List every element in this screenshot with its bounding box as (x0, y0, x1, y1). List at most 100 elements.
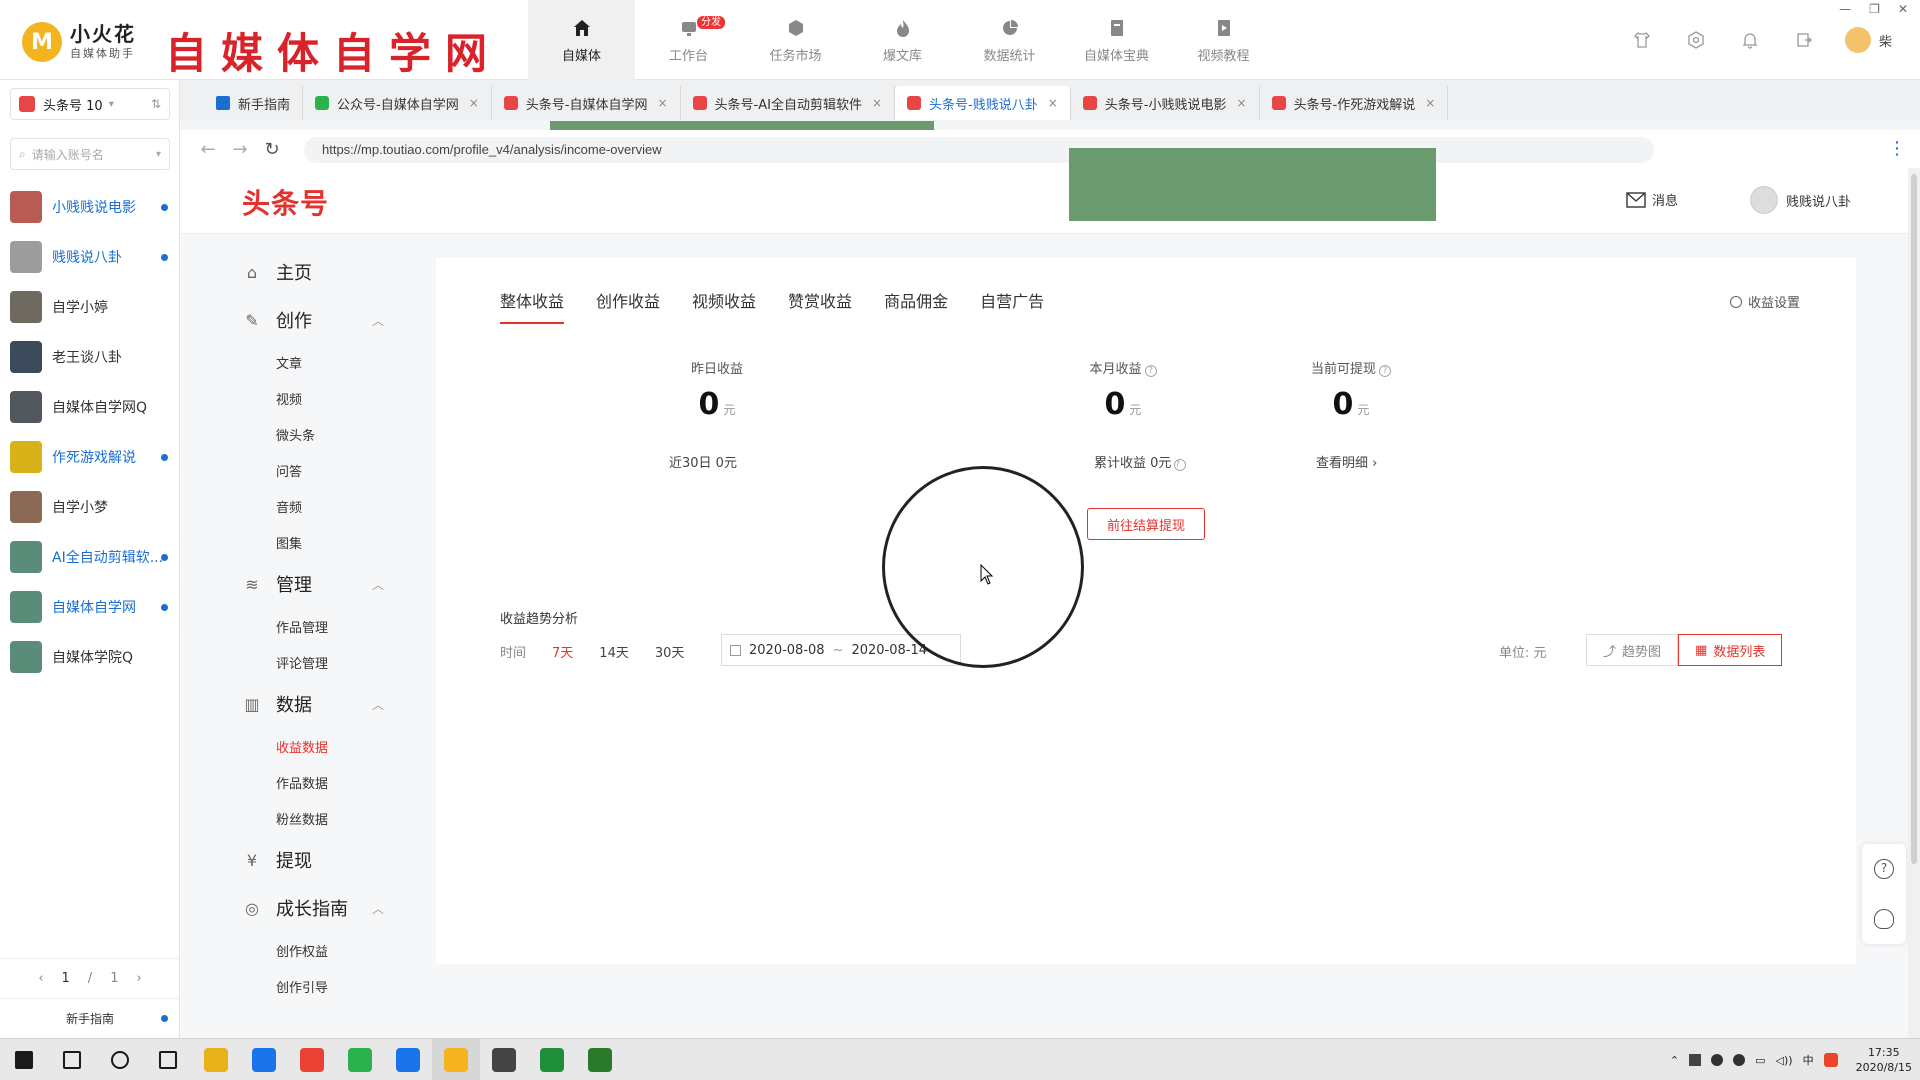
view-detail-link[interactable]: 查看明细 › (1316, 452, 1377, 471)
file-explorer-icon[interactable] (192, 1039, 240, 1080)
account-item[interactable]: AI全自动剪辑软... (0, 532, 180, 582)
url-field[interactable] (304, 137, 1654, 163)
browser-tab[interactable]: 头条号-作死游戏解说 × (1260, 86, 1449, 120)
chrome-icon[interactable] (288, 1039, 336, 1080)
browser-tab[interactable]: 公众号-自媒体自学网 × (303, 86, 492, 120)
nav-group-5[interactable]: ◎ 成长指南 ︿ (220, 884, 400, 932)
close-window-icon[interactable]: ✕ (1898, 2, 1908, 16)
nav-item[interactable]: 问答 (220, 452, 400, 488)
user-avatar[interactable] (1844, 27, 1871, 53)
logout-icon[interactable] (1777, 24, 1831, 56)
range-14d[interactable]: 14天 (599, 642, 629, 661)
scroll-thumb[interactable] (1911, 174, 1917, 864)
green-app-icon[interactable] (336, 1039, 384, 1080)
top-nav-book[interactable]: 自媒体宝典 (1063, 0, 1170, 80)
top-nav-fire[interactable]: 爆文库 (849, 0, 956, 80)
nav-item[interactable]: 视频 (220, 380, 400, 416)
tab-close-icon[interactable]: × (657, 96, 667, 110)
page-scrollbar[interactable] (1908, 168, 1920, 1038)
network-icon[interactable]: ▭ (1755, 1054, 1765, 1067)
nav-item[interactable]: 创作引导 (220, 968, 400, 1004)
help-icon[interactable]: ? (1144, 365, 1157, 377)
nav-item[interactable]: 图集 (220, 524, 400, 560)
terminal-app-icon[interactable] (576, 1039, 624, 1080)
nav-group-0[interactable]: ⌂ 主页 (220, 248, 400, 296)
messages-link[interactable]: 消息 (1626, 190, 1678, 209)
headset-icon[interactable] (1874, 909, 1894, 929)
browser-tab[interactable]: 头条号-AI全自动剪辑软件 × (681, 86, 896, 120)
nav-item[interactable]: 音频 (220, 488, 400, 524)
shirt-icon[interactable] (1615, 24, 1669, 56)
browser-tab[interactable]: 头条号-小贱贱说电影 × (1071, 86, 1260, 120)
range-30d[interactable]: 30天 (655, 642, 685, 661)
windows-start-icon[interactable] (0, 1039, 48, 1080)
sogou-icon[interactable] (1823, 1053, 1838, 1067)
sort-icon[interactable]: ⇅ (151, 97, 161, 111)
top-nav-pie-chart[interactable]: 数据统计 (956, 0, 1063, 80)
account-item[interactable]: 小贱贱说电影 (0, 182, 180, 232)
tray-qq-icon[interactable] (1711, 1054, 1724, 1066)
nav-item[interactable]: 收益数据 (220, 728, 400, 764)
help-icon[interactable]: ? (1174, 459, 1187, 471)
nav-item[interactable]: 创作权益 (220, 932, 400, 968)
xiaohuohua-icon[interactable] (432, 1038, 480, 1080)
cortana-icon[interactable] (96, 1039, 144, 1080)
income-tab[interactable]: 自营广告 (980, 288, 1044, 324)
nav-group-3[interactable]: ▥ 数据 ︿ (220, 680, 400, 728)
tray-qq-icon[interactable] (1733, 1054, 1746, 1066)
nav-item[interactable]: 文章 (220, 344, 400, 380)
browser-tab[interactable]: 新手指南 (204, 86, 304, 120)
camtasia-icon[interactable] (528, 1039, 576, 1080)
tray-chevron-icon[interactable]: ⌃ (1670, 1054, 1679, 1067)
account-item[interactable]: 作死游戏解说 (0, 432, 180, 482)
pager-prev-button[interactable]: ‹ (38, 971, 43, 986)
forward-icon[interactable]: → (224, 139, 256, 160)
site-logo[interactable]: 头条号 (242, 182, 329, 222)
nav-item[interactable]: 粉丝数据 (220, 800, 400, 836)
income-tab[interactable]: 商品佣金 (884, 288, 948, 324)
account-search-input[interactable]: ⌕ 请输入账号名 ▾ (10, 138, 170, 170)
browser-tab[interactable]: 头条号-贱贱说八卦 × (895, 86, 1071, 120)
maps-pin-icon[interactable] (384, 1039, 432, 1080)
bell-icon[interactable] (1723, 24, 1777, 56)
nav-item[interactable]: 评论管理 (220, 644, 400, 680)
platform-select[interactable]: 头条号 10 ▾ ⇅ (10, 88, 170, 120)
account-item[interactable]: 自媒体自学网 (0, 582, 180, 632)
account-item[interactable]: 自媒体自学网Q (0, 382, 180, 432)
account-item[interactable]: 贱贱说八卦 (0, 232, 180, 282)
account-item[interactable]: 自学小婷 (0, 282, 180, 332)
minimize-icon[interactable]: — (1839, 2, 1851, 16)
income-tab[interactable]: 创作收益 (596, 288, 660, 324)
trend-view-button[interactable]: ⤴ 趋势图 (1586, 634, 1679, 666)
account-item[interactable]: 老王谈八卦 (0, 332, 180, 382)
income-tab[interactable]: 整体收益 (500, 288, 565, 324)
back-icon[interactable]: ← (192, 139, 224, 160)
nav-item[interactable]: 作品数据 (220, 764, 400, 800)
film-app-icon[interactable] (480, 1039, 528, 1080)
income-tab[interactable]: 赞赏收益 (788, 288, 852, 324)
nav-item[interactable]: 作品管理 (220, 608, 400, 644)
nav-group-1[interactable]: ✎ 创作 ︿ (220, 296, 400, 344)
help-icon[interactable]: ? (1379, 365, 1391, 377)
restore-icon[interactable]: ❐ (1869, 2, 1880, 16)
account-item[interactable]: 自学小梦 (0, 482, 180, 532)
tray-app-icon[interactable] (1689, 1054, 1702, 1066)
tab-close-icon[interactable]: × (1048, 96, 1058, 110)
nav-group-4[interactable]: ¥ 提现 (220, 836, 400, 884)
tab-close-icon[interactable]: × (1237, 96, 1247, 110)
ime-indicator[interactable]: 中 (1803, 1052, 1814, 1068)
search-icon[interactable] (48, 1039, 96, 1080)
date-range-picker[interactable]: 2020-08-08 ~ 2020-08-14 (721, 634, 961, 666)
withdraw-button[interactable]: 前往结算提现 (1087, 508, 1205, 540)
account-item[interactable]: 自媒体学院Q (0, 632, 180, 682)
site-user-menu[interactable]: 贱贱说八卦 (1750, 186, 1851, 214)
top-nav-cube[interactable]: 任务市场 (742, 0, 849, 80)
tab-close-icon[interactable]: × (469, 96, 479, 110)
settings-hex-icon[interactable] (1669, 24, 1723, 56)
top-nav-workbench[interactable]: 工作台 分发 (635, 0, 742, 80)
volume-icon[interactable]: ◁)) (1776, 1054, 1793, 1067)
more-vertical-icon[interactable]: ⋮ (1888, 138, 1906, 159)
browser-tab[interactable]: 头条号-自媒体自学网 × (492, 86, 681, 120)
income-tab[interactable]: 视频收益 (692, 288, 756, 324)
tab-close-icon[interactable]: × (1425, 96, 1435, 110)
